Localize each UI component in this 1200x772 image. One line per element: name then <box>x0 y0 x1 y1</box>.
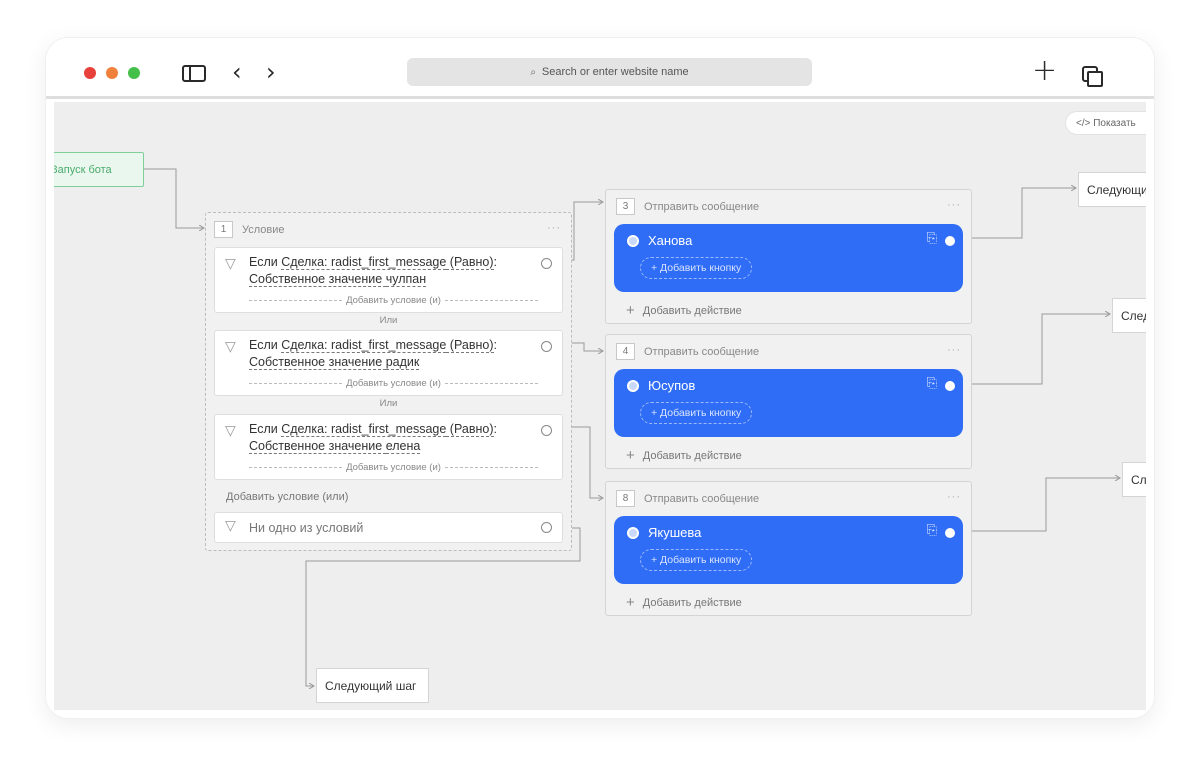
fallback-label: Ни одно из условий <box>249 521 364 535</box>
next-step-node[interactable]: Следующий шаг <box>1112 298 1146 333</box>
filter-icon: ▽ <box>225 423 236 439</box>
message-header: 8 Отправить сообщение <box>616 490 759 507</box>
maximize-window-button[interactable] <box>128 67 140 79</box>
more-menu-icon[interactable]: ··· <box>947 199 961 211</box>
message-icon <box>627 527 639 539</box>
condition-entity[interactable]: Сделка: radist_first_message <box>281 422 447 437</box>
message-card[interactable]: Юсупов + Добавить кнопку ⎘ <box>614 369 963 437</box>
or-label: Или <box>379 398 398 409</box>
condition-value[interactable]: елена <box>385 439 421 454</box>
message-text[interactable]: Юсупов <box>648 378 695 393</box>
message-card[interactable]: Ханова + Добавить кнопку ⎘ <box>614 224 963 292</box>
message-header: 3 Отправить сообщение <box>616 198 759 215</box>
forward-icon[interactable]: › <box>266 58 276 86</box>
message-block[interactable]: 3 Отправить сообщение ··· Ханова + Добав… <box>605 189 972 324</box>
close-window-button[interactable] <box>84 67 96 79</box>
tabs-overview-icon[interactable] <box>1082 66 1103 87</box>
condition-text: Если Сделка: radist_first_message (Равно… <box>249 422 497 454</box>
condition-block[interactable]: 1 Условие ··· ▽ Если Сделка: radist_firs… <box>205 212 572 551</box>
output-port[interactable] <box>945 381 955 391</box>
message-icon <box>627 235 639 247</box>
condition-card[interactable]: ▽ Если Сделка: radist_first_message (Рав… <box>214 247 563 313</box>
attachment-icon[interactable]: ⎘ <box>927 231 937 246</box>
next-step-node[interactable]: Следующий шаг <box>316 668 429 703</box>
browser-toolbar: ‹ › ⌕ Search or enter website name + <box>46 38 1154 99</box>
add-button-button[interactable]: + Добавить кнопку <box>640 257 753 279</box>
address-bar[interactable]: ⌕ Search or enter website name <box>407 58 812 86</box>
condition-card[interactable]: ▽ Если Сделка: radist_first_message (Рав… <box>214 330 563 396</box>
condition-operator[interactable]: (Равно) <box>446 338 494 353</box>
condition-value[interactable]: чулпан <box>385 272 427 287</box>
output-port[interactable] <box>541 341 552 352</box>
next-step-node[interactable]: Следующий шаг <box>1078 172 1146 207</box>
add-and-condition-button[interactable]: Добавить условие (и) <box>249 378 538 389</box>
more-menu-icon[interactable]: ··· <box>947 344 961 356</box>
condition-header: 1 Условие <box>214 221 285 238</box>
attachment-icon[interactable]: ⎘ <box>927 376 937 391</box>
start-bot-node[interactable]: Запуск бота <box>54 152 144 187</box>
plus-icon: + <box>626 594 635 611</box>
add-or-condition-button[interactable]: Добавить условие (или) <box>226 491 348 503</box>
sidebar-icon[interactable] <box>182 65 206 82</box>
condition-operator[interactable]: (Равно) <box>446 422 494 437</box>
message-text[interactable]: Якушева <box>648 525 701 540</box>
filter-icon: ▽ <box>225 518 236 534</box>
attachment-icon[interactable]: ⎘ <box>927 523 937 538</box>
plus-icon: + <box>626 447 635 464</box>
add-and-condition-button[interactable]: Добавить условие (и) <box>249 295 538 306</box>
output-port[interactable] <box>541 258 552 269</box>
browser-window: ‹ › ⌕ Search or enter website name + </>… <box>46 38 1154 718</box>
add-button-button[interactable]: + Добавить кнопку <box>640 402 753 424</box>
filter-icon: ▽ <box>225 339 236 355</box>
condition-operator[interactable]: (Равно) <box>446 255 494 270</box>
condition-value[interactable]: радик <box>385 355 420 370</box>
step-number: 8 <box>616 490 635 507</box>
more-menu-icon[interactable]: ··· <box>947 491 961 503</box>
add-action-button[interactable]: + Добавить действие <box>626 302 742 319</box>
add-and-condition-button[interactable]: Добавить условие (и) <box>249 462 538 473</box>
step-number: 3 <box>616 198 635 215</box>
output-port[interactable] <box>541 522 552 533</box>
filter-icon: ▽ <box>225 256 236 272</box>
flow-canvas[interactable]: </> Показать Запуск бота 1 Условие ··· ▽… <box>54 102 1146 710</box>
plus-icon: + <box>626 302 635 319</box>
show-code-button[interactable]: </> Показать <box>1065 111 1146 135</box>
add-action-button[interactable]: + Добавить действие <box>626 447 742 464</box>
new-tab-icon[interactable]: + <box>1032 53 1057 88</box>
condition-text: Если Сделка: radist_first_message (Равно… <box>249 338 497 370</box>
add-button-button[interactable]: + Добавить кнопку <box>640 549 753 571</box>
back-icon[interactable]: ‹ <box>232 58 242 86</box>
step-title: Отправить сообщение <box>644 345 760 358</box>
output-port[interactable] <box>945 528 955 538</box>
message-header: 4 Отправить сообщение <box>616 343 759 360</box>
condition-entity[interactable]: Сделка: radist_first_message <box>281 255 447 270</box>
next-step-node[interactable]: Следующий шаг <box>1122 462 1146 497</box>
or-label: Или <box>379 315 398 326</box>
step-number: 1 <box>214 221 233 238</box>
fallback-condition-card[interactable]: ▽ Ни одно из условий <box>214 512 563 543</box>
minimize-window-button[interactable] <box>106 67 118 79</box>
output-port[interactable] <box>541 425 552 436</box>
address-placeholder: Search or enter website name <box>541 66 689 78</box>
condition-text: Если Сделка: radist_first_message (Равно… <box>249 255 497 287</box>
message-icon <box>627 380 639 392</box>
message-block[interactable]: 4 Отправить сообщение ··· Юсупов + Добав… <box>605 334 972 469</box>
message-card[interactable]: Якушева + Добавить кнопку ⎘ <box>614 516 963 584</box>
condition-card[interactable]: ▽ Если Сделка: radist_first_message (Рав… <box>214 414 563 480</box>
output-port[interactable] <box>945 236 955 246</box>
step-number: 4 <box>616 343 635 360</box>
step-title: Отправить сообщение <box>644 492 760 505</box>
message-block[interactable]: 8 Отправить сообщение ··· Якушева + Доба… <box>605 481 972 616</box>
search-icon: ⌕ <box>530 66 536 78</box>
step-title: Условие <box>242 223 285 236</box>
message-text[interactable]: Ханова <box>648 233 692 248</box>
add-action-button[interactable]: + Добавить действие <box>626 594 742 611</box>
condition-entity[interactable]: Сделка: radist_first_message <box>281 338 447 353</box>
more-menu-icon[interactable]: ··· <box>547 222 561 234</box>
step-title: Отправить сообщение <box>644 200 760 213</box>
